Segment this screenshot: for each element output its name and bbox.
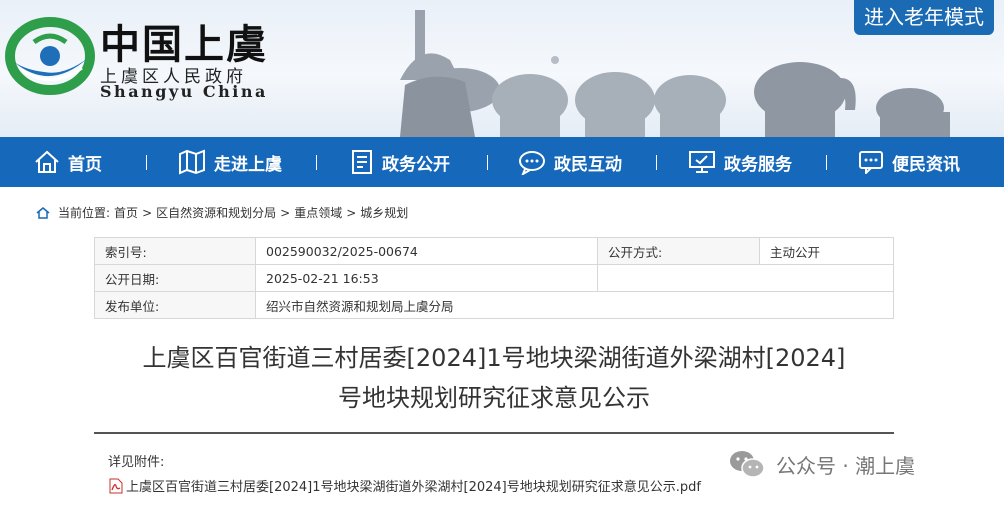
attachment-filename: 上虞区百官街道三村居委[2024]1号地块梁湖街道外梁湖村[2024]号地块规划… <box>126 480 701 495</box>
document-title: 上虞区百官街道三村居委[2024]1号地块梁湖街道外梁湖村[2024] 号地块规… <box>94 338 894 418</box>
breadcrumb-key-areas[interactable]: 重点领域 <box>294 204 342 221</box>
message-icon <box>859 151 883 174</box>
map-icon <box>179 149 205 175</box>
main-nav: 首页 走进上虞 政务公开 政民互动 政务服务 便民资讯 <box>0 137 1004 187</box>
watermark-text: 公众号 · 潮上虞 <box>776 453 916 478</box>
elder-mode-button[interactable]: 进入老年模式 <box>854 0 994 35</box>
nav-item-label: 走进上虞 <box>214 154 282 175</box>
breadcrumb-home[interactable]: 首页 <box>114 204 138 221</box>
pdf-icon <box>109 478 123 493</box>
publisher-value: 绍兴市自然资源和规划局上虞分局 <box>255 291 894 319</box>
site-english-name: Shangyu China <box>100 82 268 101</box>
table-row: 发布单位: 绍兴市自然资源和规划局上虞分局 <box>94 291 894 319</box>
date-label: 公开日期: <box>94 264 256 292</box>
header-banner: 中国上虞 上虞区人民政府 Shangyu China 进入老年模式 <box>0 0 1004 137</box>
breadcrumb-bureau[interactable]: 区自然资源和规划分局 <box>156 204 276 221</box>
index-label: 索引号: <box>94 237 256 265</box>
nav-item-label: 政务服务 <box>724 154 792 175</box>
public-method-label: 公开方式: <box>597 237 760 265</box>
nav-item-gov-service[interactable]: 政务服务 <box>688 137 792 187</box>
nav-separator <box>487 155 488 170</box>
breadcrumb-separator: > <box>142 205 153 220</box>
nav-item-gov-disclosure[interactable]: 政务公开 <box>350 137 450 187</box>
title-divider <box>94 432 894 434</box>
nav-item-interaction[interactable]: 政民互动 <box>518 137 622 187</box>
breadcrumb-urban-rural-planning[interactable]: 城乡规划 <box>360 204 408 221</box>
nav-separator <box>826 155 827 170</box>
monitor-icon <box>689 151 715 173</box>
nav-item-public-info[interactable]: 便民资讯 <box>858 137 960 187</box>
empty-cell <box>597 264 894 292</box>
nav-item-label: 便民资讯 <box>892 154 960 175</box>
document-icon <box>352 150 372 174</box>
publisher-label: 发布单位: <box>94 291 256 319</box>
nav-item-home[interactable]: 首页 <box>34 137 102 187</box>
chat-icon <box>519 151 545 175</box>
document-info-table: 索引号: 002590032/2025-00674 公开方式: 主动公开 公开日… <box>94 237 894 319</box>
breadcrumb: 当前位置: 首页 > 区自然资源和规划分局 > 重点领域 > 城乡规划 <box>36 204 412 221</box>
nav-item-label: 首页 <box>68 154 102 175</box>
breadcrumb-separator: > <box>346 205 357 220</box>
nav-item-label: 政民互动 <box>554 154 622 175</box>
attachments-label: 详见附件: <box>108 455 165 470</box>
nav-separator <box>656 155 657 170</box>
table-row: 公开日期: 2025-02-21 16:53 <box>94 264 894 292</box>
index-value: 002590032/2025-00674 <box>255 237 598 265</box>
home-icon <box>36 206 50 219</box>
attachment-link[interactable]: 上虞区百官街道三村居委[2024]1号地块梁湖街道外梁湖村[2024]号地块规划… <box>108 476 701 495</box>
document-title-line-2: 号地块规划研究征求意见公示 <box>338 384 650 412</box>
nav-item-about-shangyu[interactable]: 走进上虞 <box>178 137 282 187</box>
nav-separator <box>146 155 147 170</box>
nav-item-label: 政务公开 <box>382 154 450 175</box>
home-icon <box>35 150 59 173</box>
wechat-icon <box>730 451 765 478</box>
table-row: 索引号: 002590032/2025-00674 公开方式: 主动公开 <box>94 237 894 265</box>
public-method-value: 主动公开 <box>759 237 894 265</box>
nav-separator <box>316 155 317 170</box>
shangyu-logo <box>5 17 95 95</box>
breadcrumb-separator: > <box>280 205 291 220</box>
date-value: 2025-02-21 16:53 <box>255 264 598 292</box>
document-title-line-1: 上虞区百官街道三村居委[2024]1号地块梁湖街道外梁湖村[2024] <box>142 344 846 372</box>
breadcrumb-prefix: 当前位置: <box>58 206 111 220</box>
wechat-watermark: 公众号 · 潮上虞 <box>728 449 915 479</box>
